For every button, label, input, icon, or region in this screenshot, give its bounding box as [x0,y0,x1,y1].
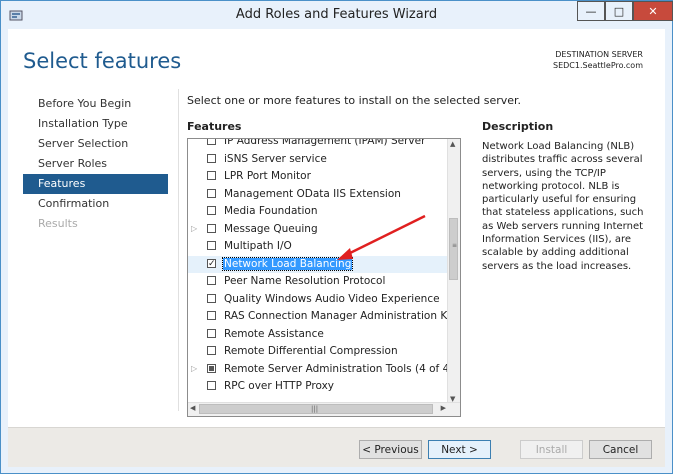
nav-item-installation-type[interactable]: Installation Type [23,114,168,134]
window-title: Add Roles and Features Wizard [235,7,438,22]
expand-arrow-icon[interactable]: ▷ [191,224,197,233]
feature-label: RAS Connection Manager Administration Ki… [224,310,460,322]
feature-row[interactable]: RPC over HTTP Proxy [188,378,449,396]
minimize-button[interactable]: — [577,1,605,21]
page-title: Select features [23,49,182,73]
instruction-text: Select one or more features to install o… [187,94,522,107]
feature-checkbox[interactable] [207,346,216,355]
feature-row[interactable]: Peer Name Resolution Protocol [188,273,449,291]
feature-row[interactable]: Remote Differential Compression [188,343,449,361]
feature-label: Peer Name Resolution Protocol [224,275,386,287]
feature-row[interactable]: Quality Windows Audio Video Experience [188,291,449,309]
feature-checkbox[interactable] [207,293,216,303]
horizontal-scroll-thumb[interactable]: ||| [199,404,433,414]
nav-item-results: Results [38,217,78,230]
expand-arrow-icon[interactable]: ▷ [191,364,197,373]
nav-item-server-roles[interactable]: Server Roles [23,154,168,174]
nav-item-features[interactable]: Features [23,174,168,194]
feature-row[interactable]: Management OData IIS Extension [188,186,449,204]
maximize-button[interactable]: □ [605,1,633,21]
grip-icon: ≡ [452,242,458,249]
title-bar[interactable]: Add Roles and Features Wizard — □ ✕ [1,1,673,29]
feature-row[interactable]: Media Foundation [188,203,449,221]
wizard-nav: Before You Begin Installation Type Serve… [23,94,168,234]
feature-label: Remote Assistance [224,327,324,340]
features-heading: Features [187,120,242,133]
feature-row[interactable]: ▷ Remote Server Administration Tools (4 o… [188,361,460,379]
feature-row[interactable]: iSNS Server service [188,151,449,169]
nav-item-before-you-begin[interactable]: Before You Begin [23,94,168,114]
feature-label: Remote Differential Compression [224,345,398,357]
feature-label: Multipath I/O [224,240,292,252]
description-text: Network Load Balancing (NLB) distributes… [482,141,644,272]
feature-row[interactable]: RAS Connection Manager Administration Ki… [188,308,460,326]
vertical-scroll-thumb[interactable]: ≡ [449,218,458,280]
feature-row[interactable]: Multipath I/O [188,238,449,256]
feature-checkbox[interactable] [207,188,216,198]
feature-label: LPR Port Monitor [224,170,311,182]
feature-label: IP Address Management (IPAM) Server [224,138,426,147]
feature-checkbox[interactable] [207,328,216,338]
previous-button[interactable]: < Previous [359,440,422,459]
features-list[interactable]: IP Address Management (IPAM) Server iSNS … [187,138,461,417]
horizontal-scrollbar[interactable]: ◀ ||| ▶ [188,402,460,416]
feature-row[interactable]: LPR Port Monitor [188,168,449,186]
nav-divider [178,89,179,411]
nav-item-server-selection[interactable]: Server Selection [23,134,168,154]
feature-checkbox[interactable] [207,276,216,285]
feature-label: Management OData IIS Extension [224,187,401,200]
scroll-right-icon[interactable]: ▶ [441,404,446,412]
feature-label: Message Queuing [224,222,318,235]
feature-checkbox[interactable] [207,363,216,373]
feature-label: iSNS Server service [224,152,327,165]
next-button[interactable]: Next > [428,440,491,459]
grip-icon: ||| [311,405,319,413]
feature-label: Quality Windows Audio Video Experience [224,292,440,305]
scroll-up-icon[interactable]: ▲ [450,140,455,148]
feature-checkbox[interactable] [207,223,216,233]
feature-checkbox[interactable] [207,311,216,320]
feature-checkbox[interactable] [207,171,216,180]
feature-row[interactable]: Remote Assistance [188,326,449,344]
features-rows: IP Address Management (IPAM) Server iSNS … [188,138,460,396]
feature-checkbox[interactable] [207,241,216,250]
install-button: Install [520,440,583,459]
feature-label: Remote Server Administration Tools (4 of… [224,362,460,375]
feature-checkbox[interactable]: ✓ [207,258,216,268]
feature-label: RPC over HTTP Proxy [224,380,335,392]
vertical-scrollbar[interactable]: ▲ ≡ ▼ [447,139,460,404]
scroll-left-icon[interactable]: ◀ [190,404,195,412]
feature-row[interactable]: IP Address Management (IPAM) Server [188,138,449,151]
feature-row[interactable]: ✓ Network Load Balancing [188,255,449,273]
feature-checkbox[interactable] [207,153,216,163]
description-heading: Description [482,120,554,133]
wizard-content: Select features DESTINATION SERVER SEDC1… [8,29,665,467]
wizard-window: Add Roles and Features Wizard — □ ✕ Sele… [0,0,673,474]
destination-server-name: SEDC1.SeattlePro.com [552,61,643,70]
nav-item-confirmation[interactable]: Confirmation [23,194,168,214]
feature-row[interactable]: ▷ Message Queuing [188,221,449,239]
destination-server-label: DESTINATION SERVER [555,50,643,59]
cancel-button[interactable]: Cancel [589,440,652,459]
feature-label: Network Load Balancing [221,256,354,271]
close-button[interactable]: ✕ [633,1,673,21]
feature-checkbox[interactable] [207,206,216,215]
feature-checkbox[interactable] [207,139,216,145]
feature-label: Media Foundation [224,205,318,217]
feature-checkbox[interactable] [207,381,216,390]
destination-server: DESTINATION SERVER SEDC1.SeattlePro.com [553,49,643,71]
